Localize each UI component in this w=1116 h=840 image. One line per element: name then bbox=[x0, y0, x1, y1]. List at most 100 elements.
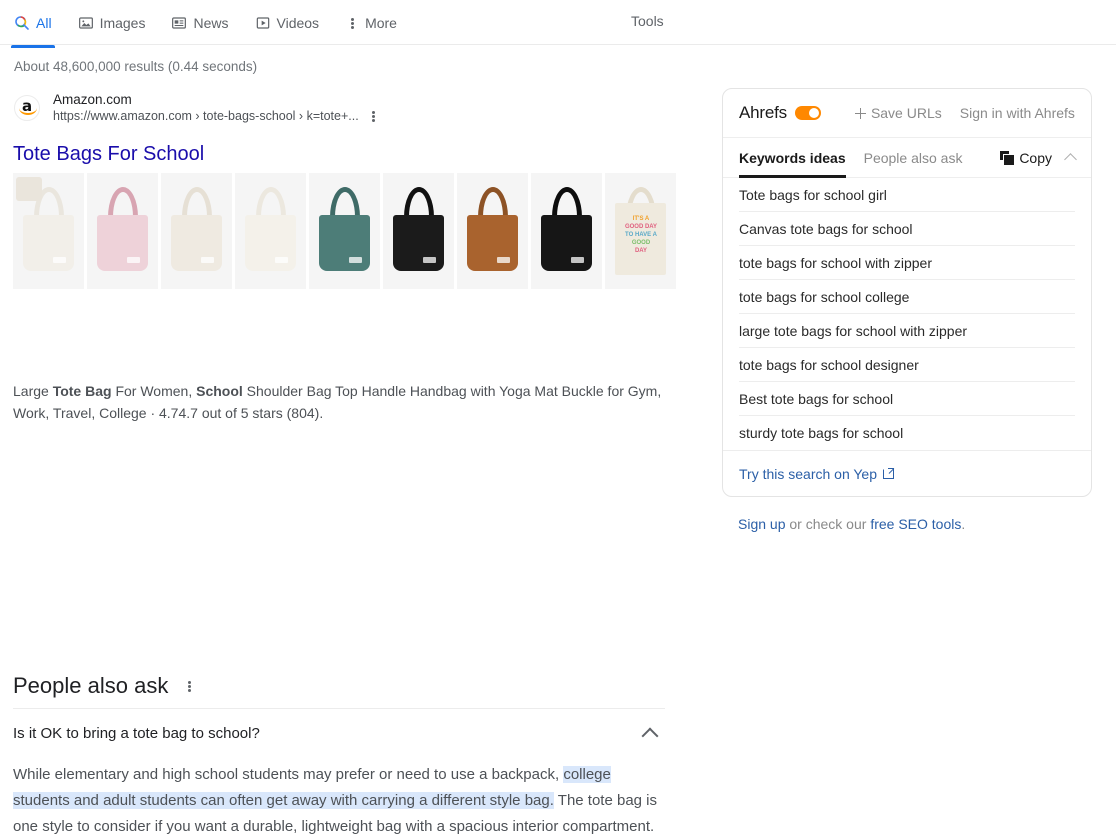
product-thumbnail[interactable] bbox=[383, 173, 454, 289]
site-url: https://www.amazon.com › tote-bags-schoo… bbox=[53, 109, 359, 123]
tab-keywords-ideas-label: Keywords ideas bbox=[739, 149, 846, 166]
site-name: Amazon.com bbox=[53, 92, 132, 107]
try-search-on-yep-link[interactable]: Try this search on Yep bbox=[739, 465, 895, 482]
tools-button[interactable]: Tools bbox=[631, 13, 664, 29]
chevron-up-icon[interactable] bbox=[641, 727, 659, 744]
nav-tab-all-label: All bbox=[36, 15, 52, 31]
copy-label: Copy bbox=[1019, 149, 1052, 166]
bag-handle bbox=[255, 187, 286, 217]
video-icon bbox=[255, 15, 271, 31]
yep-search-row: Try this search on Yep bbox=[723, 450, 1091, 496]
result-source[interactable]: a Amazon.com https://www.amazon.com › to… bbox=[0, 88, 700, 128]
active-tab-underline bbox=[11, 45, 55, 48]
paa-heading: People also ask bbox=[13, 673, 196, 699]
copy-icon bbox=[1000, 151, 1015, 165]
product-thumbnail[interactable] bbox=[13, 173, 84, 289]
keyword-idea-item[interactable]: sturdy tote bags for school bbox=[739, 416, 1075, 450]
free-seo-tools-link[interactable]: free SEO tools bbox=[870, 516, 961, 532]
sign-up-link[interactable]: Sign up bbox=[738, 516, 785, 532]
paa-divider bbox=[13, 708, 665, 709]
nav-tab-videos[interactable]: Videos bbox=[255, 11, 320, 35]
paa-question-text: Is it OK to bring a tote bag to school? bbox=[13, 725, 260, 742]
product-thumbnail[interactable] bbox=[161, 173, 232, 289]
organic-result: a Amazon.com https://www.amazon.com › to… bbox=[0, 88, 700, 421]
result-options-kebab-icon[interactable] bbox=[367, 110, 381, 123]
ahrefs-panel: Ahrefs Save URLs Sign in with Ahrefs Key… bbox=[722, 88, 1092, 497]
bag-handle bbox=[551, 187, 582, 217]
paa-answer-segment: While elementary and high school student… bbox=[13, 766, 564, 783]
bag-body bbox=[393, 215, 444, 271]
nav-tab-videos-label: Videos bbox=[276, 15, 320, 31]
sign-in-with-ahrefs-button[interactable]: Sign in with Ahrefs bbox=[960, 105, 1075, 121]
result-stats: About 48,600,000 results (0.44 seconds) bbox=[14, 59, 258, 74]
nav-tab-news[interactable]: News bbox=[171, 11, 229, 35]
result-description: Large Tote Bag For Women, School Shoulde… bbox=[13, 380, 663, 424]
collapse-panel-chevron-up-icon[interactable] bbox=[1064, 152, 1077, 166]
bag-label-tag bbox=[497, 257, 510, 263]
nav-tab-news-label: News bbox=[193, 15, 229, 31]
product-thumbnail[interactable] bbox=[309, 173, 380, 289]
tab-active-underline bbox=[739, 174, 846, 178]
paa-question-row[interactable]: Is it OK to bring a tote bag to school? bbox=[13, 725, 665, 744]
product-thumbnail[interactable] bbox=[531, 173, 602, 289]
image-icon bbox=[78, 15, 94, 31]
copy-button[interactable]: Copy bbox=[1000, 150, 1052, 166]
keyword-idea-item[interactable]: large tote bags for school with zipper bbox=[739, 314, 1075, 348]
search-icon bbox=[14, 15, 30, 31]
kebab-icon bbox=[345, 17, 359, 30]
save-urls-button[interactable]: Save URLs bbox=[854, 105, 942, 121]
product-thumbnail[interactable]: IT'S A GOOD DAY TO HAVE A GOOD DAY bbox=[605, 173, 676, 289]
bag-body bbox=[245, 215, 296, 271]
site-url-row: https://www.amazon.com › tote-bags-schoo… bbox=[53, 108, 381, 125]
product-thumbnail[interactable] bbox=[235, 173, 306, 289]
bag-body bbox=[467, 215, 518, 271]
keyword-idea-item[interactable]: Tote bags for school girl bbox=[739, 178, 1075, 212]
description-text: For Women, bbox=[111, 383, 197, 399]
paa-options-kebab-icon[interactable] bbox=[182, 680, 196, 693]
plus-icon bbox=[854, 107, 866, 119]
bag-body bbox=[23, 215, 74, 271]
tab-people-also-ask[interactable]: People also ask bbox=[864, 138, 963, 178]
footer-period: . bbox=[961, 516, 966, 532]
nav-tab-more-label: More bbox=[365, 15, 397, 31]
bag-label-tag bbox=[571, 257, 584, 263]
result-title-link[interactable]: Tote Bags For School bbox=[13, 141, 204, 167]
save-urls-label: Save URLs bbox=[870, 105, 942, 121]
bag-body bbox=[97, 215, 148, 271]
keyword-idea-item[interactable]: Canvas tote bags for school bbox=[739, 212, 1075, 246]
description-text: Large bbox=[13, 383, 53, 399]
paa-heading-label: People also ask bbox=[13, 673, 169, 698]
product-thumbnail[interactable] bbox=[457, 173, 528, 289]
ahrefs-tabs: Keywords ideas People also ask Copy bbox=[723, 138, 1091, 178]
bag-label-tag bbox=[423, 257, 436, 263]
description-bold-term: School bbox=[196, 383, 243, 399]
bag-label-tag bbox=[127, 257, 140, 263]
product-thumbnail[interactable] bbox=[87, 173, 158, 289]
keyword-idea-item[interactable]: tote bags for school with zipper bbox=[739, 246, 1075, 280]
ahrefs-logo: Ahrefs bbox=[739, 103, 787, 122]
nav-tab-more[interactable]: More bbox=[345, 11, 397, 35]
keyword-idea-item[interactable]: tote bags for school college bbox=[739, 280, 1075, 314]
keyword-idea-item[interactable]: Best tote bags for school bbox=[739, 382, 1075, 416]
nav-tab-images[interactable]: Images bbox=[78, 11, 146, 35]
bag-label-tag bbox=[275, 257, 288, 263]
external-link-icon bbox=[883, 468, 895, 479]
try-search-on-yep-label: Try this search on Yep bbox=[739, 465, 878, 482]
keyword-idea-item[interactable]: tote bags for school designer bbox=[739, 348, 1075, 382]
news-icon bbox=[171, 15, 187, 31]
nav-tab-all[interactable]: All bbox=[11, 11, 55, 48]
tab-keywords-ideas[interactable]: Keywords ideas bbox=[739, 138, 846, 178]
search-tabs-bar: All Images News Videos More Tools bbox=[0, 0, 1116, 48]
bag-body bbox=[319, 215, 370, 271]
canvas-print-text: IT'S A GOOD DAY TO HAVE A GOOD DAY bbox=[624, 216, 658, 254]
keyword-ideas-list: Tote bags for school girl Canvas tote bag… bbox=[723, 178, 1091, 450]
description-bold-term: Tote Bag bbox=[52, 383, 112, 399]
bag-handle bbox=[403, 187, 434, 217]
bag-inset-swatch bbox=[16, 177, 42, 201]
nav-tab-images-label: Images bbox=[99, 15, 146, 31]
ahrefs-footer: Sign up or check our free SEO tools. bbox=[738, 516, 965, 532]
tab-people-also-ask-label: People also ask bbox=[863, 149, 963, 166]
ahrefs-toggle[interactable] bbox=[794, 106, 821, 120]
bag-handle bbox=[181, 187, 212, 217]
bag-body bbox=[171, 215, 222, 271]
